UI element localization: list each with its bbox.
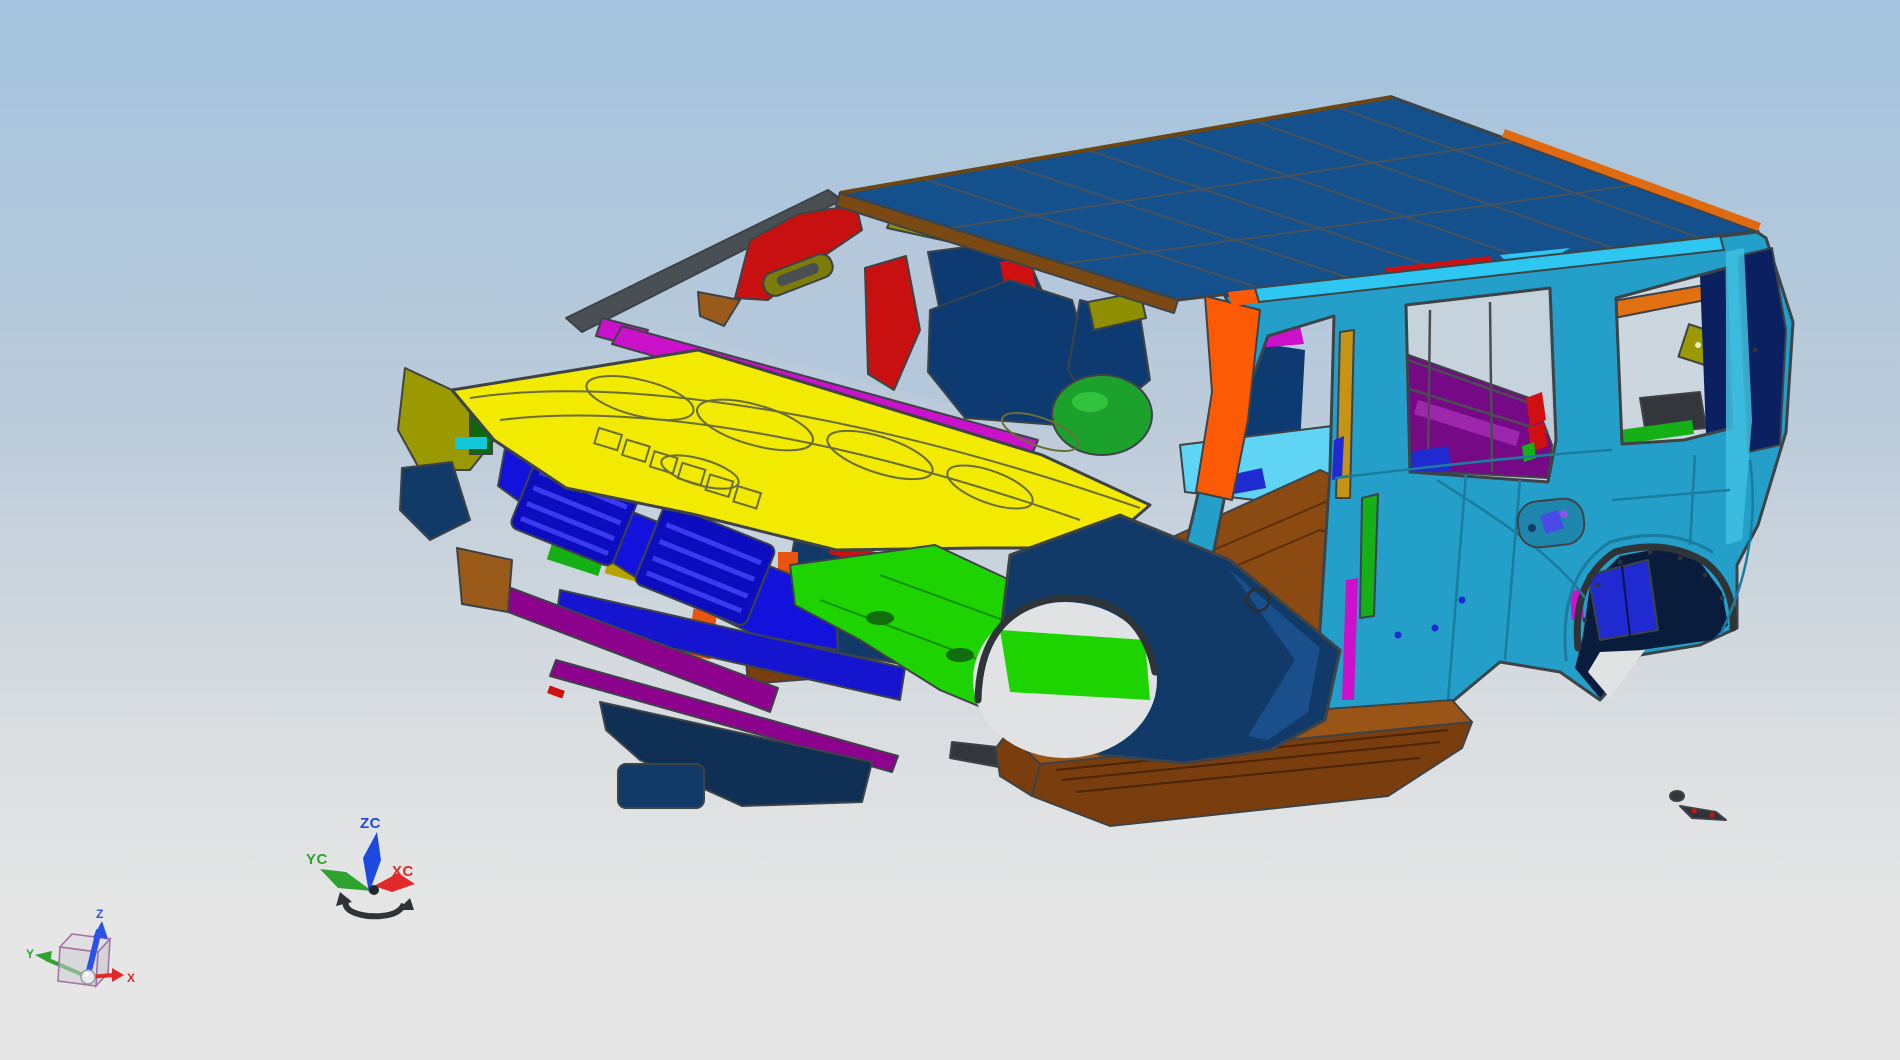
floor-hole-2 — [946, 648, 974, 662]
loose-bracket[interactable] — [1679, 805, 1727, 821]
loose-clip[interactable] — [1669, 790, 1685, 802]
model-canvas[interactable]: ZC YC XC Z Y X — [0, 0, 1900, 1060]
view-x-arrowhead — [112, 968, 124, 982]
shock-tower-dome[interactable] — [1051, 374, 1153, 456]
door-handle-recess[interactable] — [1516, 497, 1586, 550]
wcs-yc-axis[interactable] — [320, 869, 372, 891]
wcs-rotation-arrow-2[interactable] — [398, 898, 414, 910]
view-origin-highlight — [83, 971, 89, 977]
view-z-arrowhead — [93, 921, 108, 939]
view-x-label: X — [127, 971, 135, 985]
wcs-origin[interactable] — [369, 885, 379, 895]
view-y-label: Y — [26, 947, 34, 961]
floor-hole-1 — [866, 611, 894, 625]
bumper-red-chip[interactable] — [547, 685, 565, 699]
loose-bracket-dot-1 — [1691, 808, 1697, 814]
loose-bracket-dot-2 — [1709, 812, 1715, 818]
view-origin-sphere[interactable] — [80, 969, 96, 985]
cad-3d-viewport[interactable]: ZC YC XC Z Y X — [0, 0, 1900, 1060]
bumper-bracket[interactable] — [456, 547, 513, 613]
wcs-rotation-arrow-1[interactable] — [336, 892, 352, 906]
b-pillar-green-strip[interactable] — [1359, 493, 1379, 619]
fender-tip-lower[interactable] — [399, 461, 471, 541]
dome-highlight — [1072, 392, 1108, 412]
tow-step[interactable] — [617, 763, 705, 809]
wcs-xc-label: XC — [392, 863, 414, 880]
wcs-triad[interactable]: ZC YC XC — [306, 815, 415, 920]
wcs-yc-label: YC — [306, 851, 328, 868]
view-y-arrowhead — [35, 951, 52, 963]
floor-through-arch — [1000, 630, 1150, 700]
loose-parts[interactable] — [1669, 790, 1727, 821]
view-triad[interactable]: Z Y X — [26, 907, 135, 989]
fender-cyan-chip[interactable] — [455, 437, 487, 449]
view-z-label: Z — [96, 907, 103, 921]
wcs-zc-label: ZC — [360, 815, 381, 832]
wcs-rotation-ring[interactable] — [342, 896, 407, 920]
front-clip[interactable] — [397, 348, 1342, 809]
